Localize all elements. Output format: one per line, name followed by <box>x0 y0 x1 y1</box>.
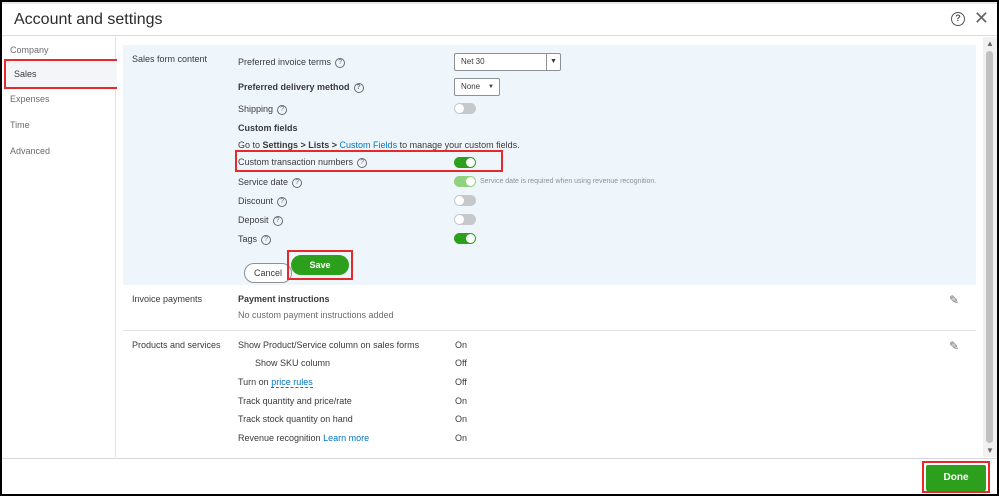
window-frame <box>0 0 999 496</box>
